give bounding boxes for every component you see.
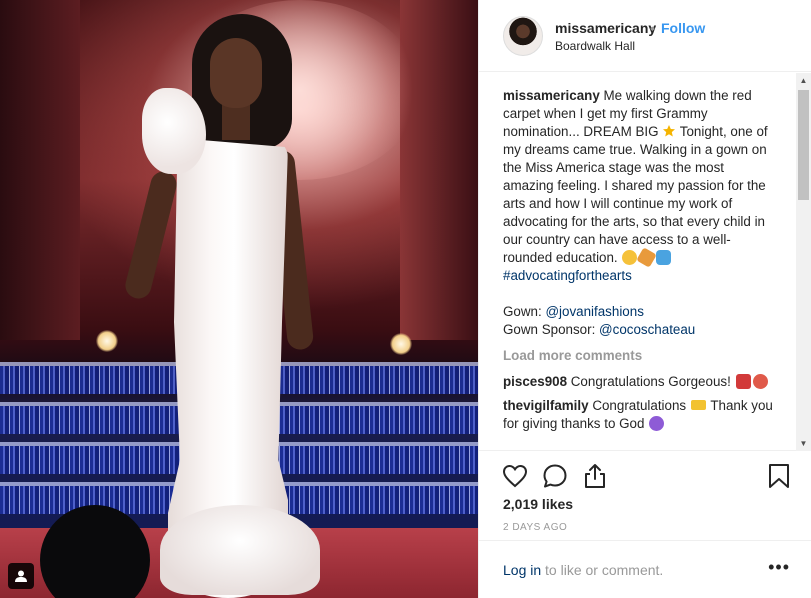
person-tag-icon[interactable] xyxy=(8,563,34,589)
comment-text: Congratulations Gorgeous! xyxy=(570,374,731,389)
header-username[interactable]: missamericany xyxy=(555,20,656,36)
speech-bubble-icon[interactable] xyxy=(541,462,569,490)
caption: missamericany Me walking down the red ca… xyxy=(503,87,775,339)
post-sidebar: missamericany • Follow Boardwalk Hall mi… xyxy=(478,0,811,598)
location-link[interactable]: Boardwalk Hall xyxy=(555,39,635,53)
comment-username[interactable]: pisces908 xyxy=(503,374,567,389)
action-bar xyxy=(479,452,811,502)
caption-username[interactable]: missamericany xyxy=(503,88,600,103)
figure-face xyxy=(210,38,262,108)
comment-username[interactable]: thevigilfamily xyxy=(503,398,589,413)
post-timestamp: 2 DAYS AGO xyxy=(503,522,568,533)
photo-lamp xyxy=(96,330,118,352)
gown-mention-link[interactable]: @jovanifashions xyxy=(545,304,643,319)
paintbrush-emoji-icon xyxy=(636,247,658,268)
heart-eyes-emoji-icon xyxy=(752,374,768,389)
login-suffix: to like or comment. xyxy=(541,562,664,578)
load-more-comments-button[interactable]: Load more comments xyxy=(503,347,775,365)
login-prompt: Log in to like or comment. xyxy=(503,562,663,578)
comment-item: thevigilfamily Congratulations Thank you… xyxy=(503,397,775,433)
scroll-down-arrow-icon[interactable]: ▼ xyxy=(796,436,811,451)
figure-gown-hem xyxy=(160,505,320,595)
comment-text: Congratulations xyxy=(592,398,687,413)
figure-arm-left xyxy=(122,168,180,302)
comments-panel[interactable]: missamericany Me walking down the red ca… xyxy=(479,73,811,451)
sponsor-mention-link[interactable]: @cocoschateau xyxy=(599,322,695,337)
share-upload-icon[interactable] xyxy=(581,462,609,490)
photo-lamp xyxy=(390,333,412,355)
gown-label: Gown: xyxy=(503,304,542,319)
crown-emoji-icon xyxy=(690,400,706,410)
photo-figure xyxy=(122,10,330,598)
bookmark-icon[interactable] xyxy=(765,462,793,490)
follow-button[interactable]: Follow xyxy=(661,20,705,36)
hashtag-link[interactable]: #advocatingforthearts xyxy=(503,268,632,283)
comments-list: missamericany Me walking down the red ca… xyxy=(503,87,775,439)
comments-scrollbar[interactable]: ▲ ▼ xyxy=(796,73,811,451)
photo-backdrop-right xyxy=(400,0,478,340)
post-header: missamericany • Follow Boardwalk Hall xyxy=(479,0,811,72)
avatar[interactable] xyxy=(503,16,543,56)
comment-item: pisces908 Congratulations Gorgeous! xyxy=(503,373,775,391)
heart-outline-icon[interactable] xyxy=(501,462,529,490)
hearts-emoji-icon xyxy=(735,374,751,389)
post-footer: Log in to like or comment. ••• xyxy=(479,540,811,598)
likes-count[interactable]: 2,019 likes xyxy=(503,496,573,512)
sponsor-label: Gown Sponsor: xyxy=(503,322,596,337)
scroll-up-arrow-icon[interactable]: ▲ xyxy=(796,73,811,88)
login-link[interactable]: Log in xyxy=(503,562,541,578)
scrollbar-thumb[interactable] xyxy=(798,90,809,200)
photo-backdrop-left xyxy=(0,0,80,340)
face-emoji-icon xyxy=(622,250,638,265)
caption-text-2: Tonight, one of my dreams came true. Wal… xyxy=(503,124,768,265)
star-emoji-icon xyxy=(662,124,676,139)
purple-heart-emoji-icon xyxy=(649,416,665,431)
more-options-icon[interactable]: ••• xyxy=(768,557,790,578)
theater-masks-emoji-icon xyxy=(656,250,672,265)
post-photo[interactable] xyxy=(0,0,478,598)
header-separator: • xyxy=(650,20,655,36)
